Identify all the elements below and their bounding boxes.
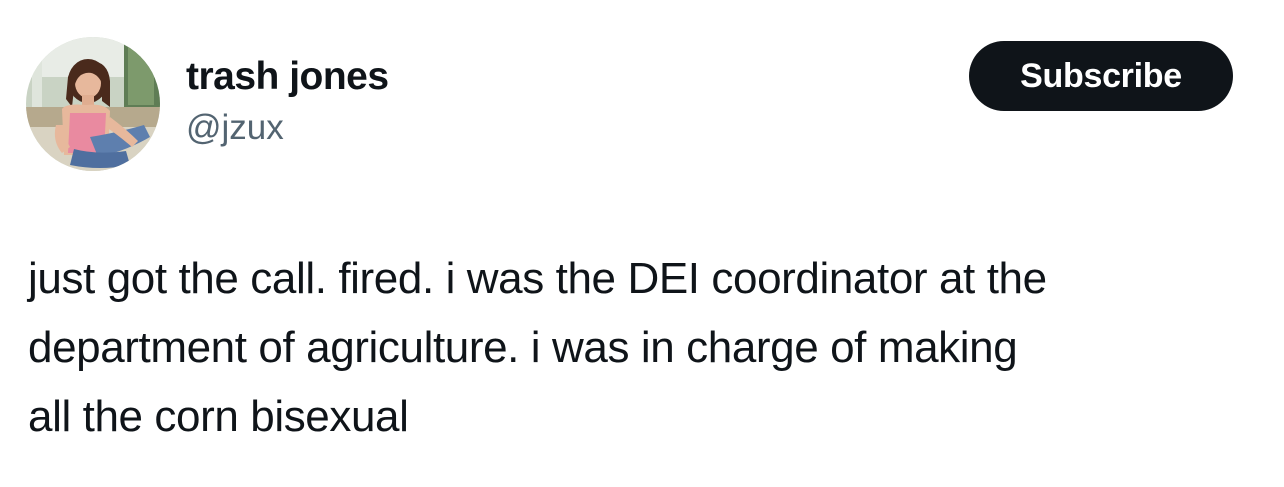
tweet-text-line: department of agriculture. i was in char… (28, 323, 1018, 372)
author-info: trash jones @jzux (186, 54, 389, 150)
avatar[interactable] (26, 37, 160, 171)
subscribe-button[interactable]: Subscribe (969, 41, 1233, 111)
tweet-text: just got the call. fired. i was the DEI … (28, 244, 1258, 451)
profile-photo-icon (26, 37, 160, 171)
tweet-text-line: all the corn bisexual (28, 392, 409, 441)
display-name[interactable]: trash jones (186, 54, 389, 100)
tweet-card: trash jones @jzux Subscribe just got the… (0, 0, 1284, 487)
user-handle[interactable]: @jzux (186, 106, 389, 150)
tweet-text-line: just got the call. fired. i was the DEI … (28, 254, 1047, 303)
